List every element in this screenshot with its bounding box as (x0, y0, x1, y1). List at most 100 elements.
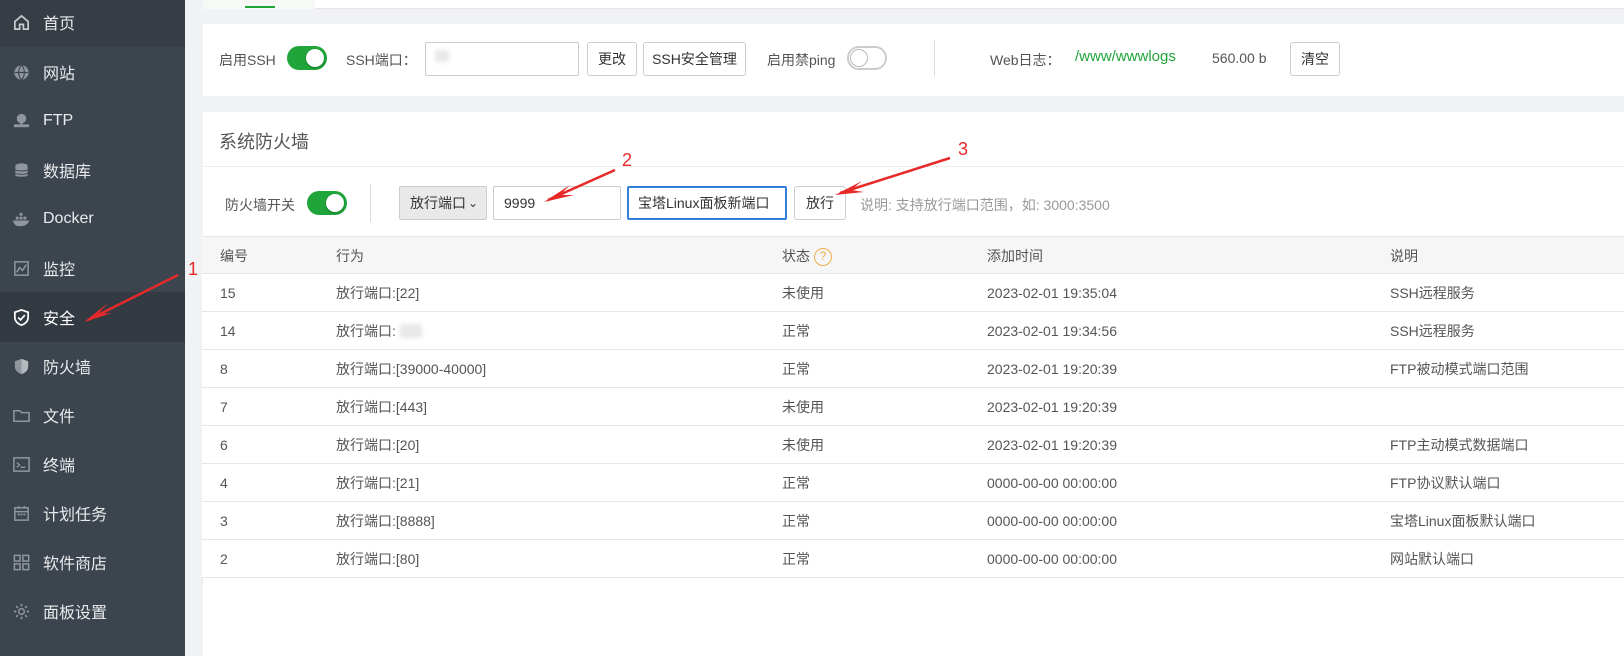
port-range-hint: 说明: 支持放行端口范围，如: 3000:3500 (860, 197, 1110, 213)
sidebar-item-label: 安全 (43, 311, 76, 328)
folder-icon (11, 405, 31, 425)
sidebar-item-label: 软件商店 (43, 556, 108, 573)
ssh-enable-toggle[interactable] (287, 46, 327, 70)
sidebar-item-label: 网站 (43, 66, 76, 83)
port-input[interactable]: 9999 (493, 186, 621, 220)
redacted-port (435, 50, 449, 62)
cell-note: 网站默认端口 (1390, 551, 1474, 567)
cell-note: SSH远程服务 (1390, 323, 1475, 339)
cell-id: 14 (220, 323, 236, 339)
docker-icon (11, 209, 31, 229)
cell-status: 未使用 (782, 399, 824, 415)
col-header-id: 编号 (220, 248, 248, 264)
firewall-switch-toggle[interactable] (307, 191, 347, 215)
cell-time: 0000-00-00 00:00:00 (987, 475, 1117, 491)
monitor-icon (11, 258, 31, 278)
terminal-icon (11, 454, 31, 474)
tab-strip (203, 0, 1624, 9)
sidebar-item-settings[interactable]: 面板设置 (0, 586, 185, 636)
cell-status: 正常 (782, 513, 810, 529)
sidebar-item-home[interactable]: 首页 (0, 0, 185, 47)
tab-active-indicator (245, 6, 275, 8)
ssh-manage-button[interactable]: SSH安全管理 (643, 42, 746, 76)
table-row: 4 放行端口:[21] 正常 0000-00-00 00:00:00 FTP协议… (202, 464, 1624, 502)
col-header-status: 状态? (782, 237, 832, 275)
cell-note: FTP被动模式端口范围 (1390, 361, 1529, 377)
help-icon[interactable]: ? (814, 248, 832, 267)
divider (934, 40, 935, 76)
cell-id: 3 (220, 513, 228, 529)
sidebar-item-docker[interactable]: Docker (0, 194, 185, 244)
redacted-port (400, 324, 422, 338)
cell-action: 放行端口:[80] (336, 551, 420, 567)
port-description-input[interactable]: 宝塔Linux面板新端口 (627, 186, 787, 220)
calendar-icon (11, 503, 31, 523)
toggle-knob (326, 194, 344, 212)
weblog-clear-button[interactable]: 清空 (1290, 42, 1340, 76)
table-header: 编号 行为 状态? 添加时间 说明 (202, 236, 1624, 274)
divider (370, 184, 371, 222)
toggle-knob (306, 49, 324, 67)
col-header-note: 说明 (1390, 248, 1418, 264)
cell-action: 放行端口:[22] (336, 285, 420, 301)
sidebar-item-website[interactable]: 网站 (0, 47, 185, 97)
sidebar-item-monitor[interactable]: 监控 (0, 243, 185, 293)
sidebar-item-ftp[interactable]: FTP (0, 96, 185, 146)
cell-id: 4 (220, 475, 228, 491)
annotation-label-1: 1 (188, 259, 199, 279)
annotation-label-2: 2 (622, 150, 633, 170)
ping-block-label: 启用禁ping (767, 52, 836, 68)
sidebar-item-store[interactable]: 软件商店 (0, 537, 185, 587)
database-icon (11, 160, 31, 180)
sidebar-item-security[interactable]: 安全 (0, 292, 185, 342)
ssh-settings-card: 启用SSH SSH端口： 更改 SSH安全管理 启用禁ping Web日志： /… (203, 24, 1624, 96)
globe-icon (11, 62, 31, 82)
ssh-enable-label: 启用SSH (219, 52, 276, 68)
sidebar-item-label: FTP (43, 112, 74, 129)
table-row: 15 放行端口:[22] 未使用 2023-02-01 19:35:04 SSH… (202, 274, 1624, 312)
firewall-title: 系统防火墙 (219, 132, 309, 152)
ping-block-toggle[interactable] (847, 46, 887, 70)
cell-note: FTP协议默认端口 (1390, 475, 1501, 491)
allow-port-button[interactable]: 放行 (794, 186, 846, 220)
weblog-path-link[interactable]: /www/wwwlogs (1075, 48, 1176, 65)
sidebar-item-database[interactable]: 数据库 (0, 145, 185, 195)
cell-id: 15 (220, 285, 236, 301)
cell-time: 2023-02-01 19:34:56 (987, 323, 1117, 339)
cell-time: 0000-00-00 00:00:00 (987, 513, 1117, 529)
sidebar-item-files[interactable]: 文件 (0, 390, 185, 440)
sidebar-item-cron[interactable]: 计划任务 (0, 488, 185, 538)
table-row: 14 放行端口: 正常 2023-02-01 19:34:56 SSH远程服务 (202, 312, 1624, 350)
sidebar-item-label: 面板设置 (43, 605, 108, 622)
cell-id: 6 (220, 437, 228, 453)
sidebar-item-label: 首页 (43, 16, 76, 33)
cell-note: SSH远程服务 (1390, 285, 1475, 301)
rule-type-select[interactable]: 放行端口 ⌄ (399, 186, 487, 220)
cell-status: 未使用 (782, 285, 824, 301)
sidebar-item-label: 文件 (43, 409, 76, 426)
cell-time: 2023-02-01 19:20:39 (987, 361, 1117, 377)
sidebar-item-label: Docker (43, 210, 94, 227)
table-row: 7 放行端口:[443] 未使用 2023-02-01 19:20:39 (202, 388, 1624, 426)
firewall-switch-label: 防火墙开关 (225, 197, 295, 213)
shield-check-icon (11, 307, 31, 327)
cell-action: 放行端口:[21] (336, 475, 420, 491)
toggle-knob (850, 49, 868, 67)
annotation-label-3: 3 (958, 139, 969, 159)
home-icon (11, 12, 31, 32)
cell-action: 放行端口: (336, 323, 396, 339)
cell-id: 2 (220, 551, 228, 567)
cell-time: 0000-00-00 00:00:00 (987, 551, 1117, 567)
chevron-down-icon: ⌄ (467, 196, 478, 210)
sidebar: 首页 网站 FTP 数据库 Docker 监控 安全 防火墙 文件 终端 计划任… (0, 0, 185, 656)
cell-time: 2023-02-01 19:35:04 (987, 285, 1117, 301)
sidebar-item-terminal[interactable]: 终端 (0, 439, 185, 489)
table-row: 3 放行端口:[8888] 正常 0000-00-00 00:00:00 宝塔L… (202, 502, 1624, 540)
ssh-change-button[interactable]: 更改 (587, 42, 637, 76)
weblog-size: 560.00 b (1212, 50, 1267, 66)
cell-status: 正常 (782, 475, 810, 491)
cell-status: 正常 (782, 551, 810, 567)
rule-type-value: 放行端口 (410, 195, 466, 211)
sidebar-item-firewall[interactable]: 防火墙 (0, 341, 185, 391)
cell-note: 宝塔Linux面板默认端口 (1390, 513, 1536, 529)
